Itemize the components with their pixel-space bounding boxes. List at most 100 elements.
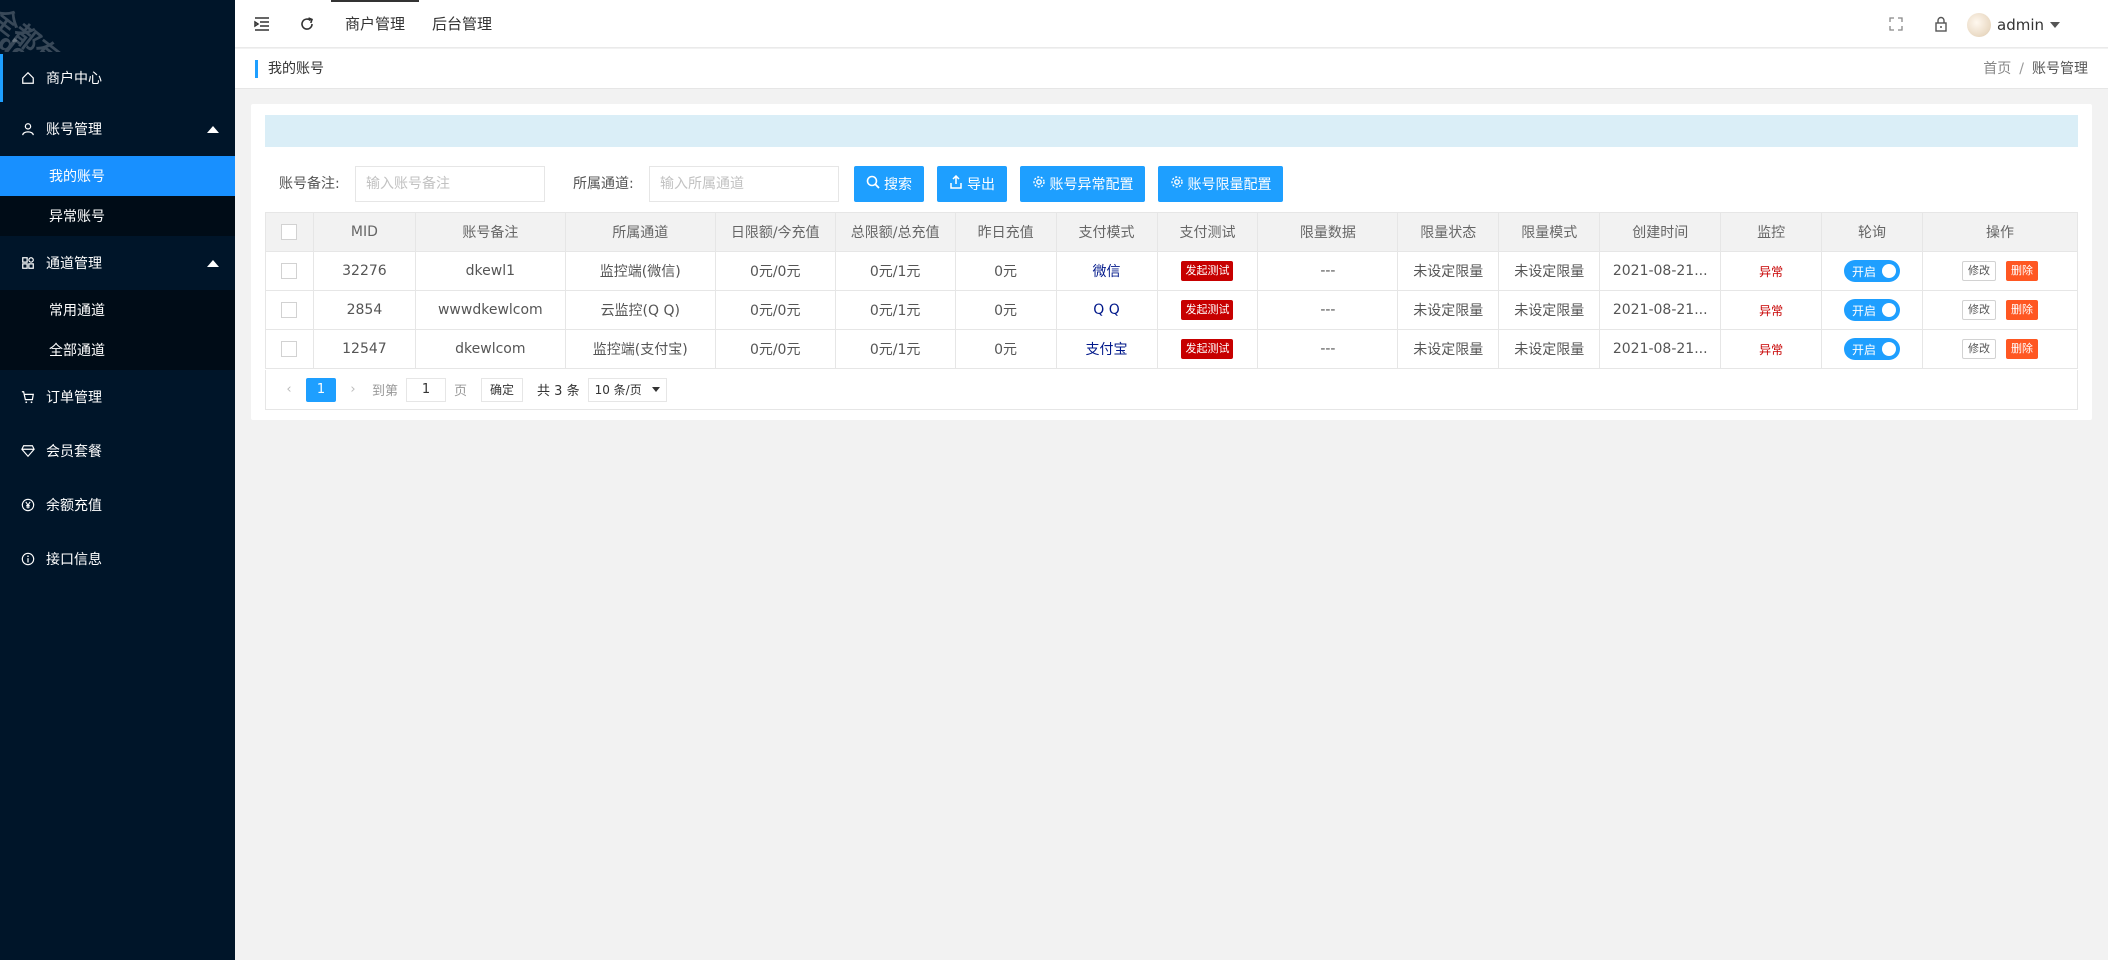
subnav-account: 我的账号 异常账号 <box>0 156 235 236</box>
chevron-left-icon[interactable]: ‹ <box>280 382 298 397</box>
table-row: 12547 dkewlcom 监控端(支付宝) 0元/0元 0元/1元 0元 支… <box>265 329 2078 369</box>
edit-button[interactable]: 修改 <box>1962 339 1996 359</box>
lock-icon[interactable] <box>1931 14 1951 34</box>
sidebar-group-account[interactable]: 账号管理 <box>0 102 235 156</box>
row-checkbox[interactable] <box>281 263 298 279</box>
user-menu[interactable]: admin <box>1967 13 2060 37</box>
status-badge: 异常 <box>1759 264 1784 279</box>
goto-confirm-button[interactable]: 确定 <box>481 377 524 402</box>
cell-limit-status: 未设定限量 <box>1397 329 1500 369</box>
row-checkbox[interactable] <box>281 302 298 318</box>
column-header[interactable]: 账号备注 <box>414 212 566 252</box>
sidebar-item-merchant-center[interactable]: 商户中心 <box>0 54 235 102</box>
cell-yesterday: 0元 <box>954 251 1057 291</box>
refresh-icon[interactable] <box>297 14 317 34</box>
delete-button[interactable]: 删除 <box>2006 339 2038 359</box>
sidebar-item-label: 接口信息 <box>46 552 102 568</box>
start-test-button[interactable]: 发起测试 <box>1181 300 1234 320</box>
cell-yesterday: 0元 <box>954 290 1057 330</box>
breadcrumb-home[interactable]: 首页 <box>1983 61 2011 77</box>
sidebar-nav: 商户中心 账号管理 我的账号 异常账号 通道管理 常用通道 全部通道 订单管理 … <box>0 54 235 586</box>
column-header[interactable]: 监控 <box>1720 212 1823 252</box>
sidebar-group-channel[interactable]: 通道管理 <box>0 236 235 290</box>
page-size-select[interactable]: 10 条/页 <box>587 377 667 402</box>
sidebar-item-abnormal-accounts[interactable]: 异常账号 <box>0 196 235 236</box>
remark-label: 账号备注: <box>279 176 340 192</box>
row-checkbox[interactable] <box>281 341 298 357</box>
cell-pay-test: 发起测试 <box>1156 251 1259 291</box>
search-button[interactable]: 搜索 <box>854 166 924 202</box>
breadcrumb-separator: / <box>2019 61 2024 77</box>
column-header[interactable]: 支付测试 <box>1156 212 1259 252</box>
breadcrumb: 首页 / 账号管理 <box>1983 60 2088 78</box>
column-header[interactable]: 限量状态 <box>1397 212 1500 252</box>
cell-poll: 开启 <box>1821 251 1924 291</box>
page-current[interactable]: 1 <box>306 377 336 402</box>
column-header[interactable]: 支付模式 <box>1055 212 1158 252</box>
delete-button[interactable]: 删除 <box>2006 300 2038 320</box>
poll-toggle[interactable]: 开启 <box>1844 299 1901 321</box>
start-test-button[interactable]: 发起测试 <box>1181 261 1234 281</box>
cell-limit-data: --- <box>1257 290 1399 330</box>
sidebar-item-membership[interactable]: 会员套餐 <box>0 424 235 478</box>
fullscreen-icon[interactable] <box>1886 14 1906 34</box>
sidebar-item-label: 商户中心 <box>46 71 102 87</box>
poll-toggle[interactable]: 开启 <box>1844 338 1901 360</box>
toggle-knob <box>1882 264 1897 278</box>
edit-button[interactable]: 修改 <box>1962 300 1996 320</box>
user-icon <box>20 121 36 137</box>
remark-input[interactable] <box>355 166 545 202</box>
start-test-button[interactable]: 发起测试 <box>1181 339 1234 359</box>
column-header[interactable]: 轮询 <box>1821 212 1924 252</box>
select-all-cell <box>265 212 314 252</box>
tab-backend-management[interactable]: 后台管理 <box>432 0 492 48</box>
tab-merchant-management[interactable]: 商户管理 <box>330 0 420 48</box>
cell-poll: 开启 <box>1821 329 1924 369</box>
cell-pay-mode: 微信 <box>1055 251 1158 291</box>
abnormal-config-button[interactable]: 账号异常配置 <box>1020 166 1145 202</box>
sidebar-item-api-info[interactable]: 接口信息 <box>0 532 235 586</box>
apps-icon <box>20 255 36 271</box>
cell-limit-data: --- <box>1257 251 1399 291</box>
sidebar-item-my-accounts[interactable]: 我的账号 <box>0 156 235 196</box>
poll-toggle[interactable]: 开启 <box>1844 260 1901 282</box>
column-header[interactable]: 日限额/今充值 <box>714 212 836 252</box>
channel-input[interactable] <box>649 166 839 202</box>
cell-daily: 0元/0元 <box>714 251 836 291</box>
export-button[interactable]: 导出 <box>937 166 1007 202</box>
cell-channel: 云监控(Q Q) <box>564 290 716 330</box>
page-title: 我的账号 <box>255 60 324 78</box>
goto-page-input[interactable] <box>406 377 447 402</box>
diamond-icon <box>20 443 36 459</box>
edit-button[interactable]: 修改 <box>1962 261 1996 281</box>
sidebar-item-common-channels[interactable]: 常用通道 <box>0 290 235 330</box>
table-row: 32276 dkewl1 监控端(微信) 0元/0元 0元/1元 0元 微信 发… <box>265 251 2078 291</box>
chevron-right-icon[interactable]: › <box>344 382 362 397</box>
limit-config-button[interactable]: 账号限量配置 <box>1158 166 1283 202</box>
cell-monitor: 异常 <box>1720 290 1823 330</box>
column-header[interactable]: 昨日充值 <box>954 212 1057 252</box>
cell-created: 2021-08-21... <box>1599 329 1722 369</box>
sidebar-item-label: 余额充值 <box>46 498 102 514</box>
cell-limit-mode: 未设定限量 <box>1498 251 1601 291</box>
select-all-checkbox[interactable] <box>281 224 298 240</box>
column-header[interactable]: 限量数据 <box>1257 212 1399 252</box>
cell-total: 0元/1元 <box>834 329 956 369</box>
column-header[interactable]: 所属通道 <box>564 212 716 252</box>
column-header[interactable]: 限量模式 <box>1498 212 1601 252</box>
pay-mode: 微信 <box>1092 264 1121 280</box>
sidebar-item-recharge[interactable]: 余额充值 <box>0 478 235 532</box>
cell-actions: 修改 删除 <box>1922 329 2078 369</box>
column-header[interactable]: 创建时间 <box>1599 212 1722 252</box>
column-header[interactable]: MID <box>312 212 416 252</box>
sidebar-item-all-channels[interactable]: 全部通道 <box>0 330 235 370</box>
column-header[interactable]: 总限额/总充值 <box>834 212 956 252</box>
sidebar-item-orders[interactable]: 订单管理 <box>0 370 235 424</box>
menu-fold-icon[interactable] <box>252 14 272 34</box>
cell-daily: 0元/0元 <box>714 290 836 330</box>
column-header[interactable]: 操作 <box>1922 212 2078 252</box>
delete-button[interactable]: 删除 <box>2006 261 2038 281</box>
toggle-label: 开启 <box>1852 264 1877 279</box>
row-select-cell <box>265 251 314 291</box>
yen-icon <box>20 497 36 513</box>
